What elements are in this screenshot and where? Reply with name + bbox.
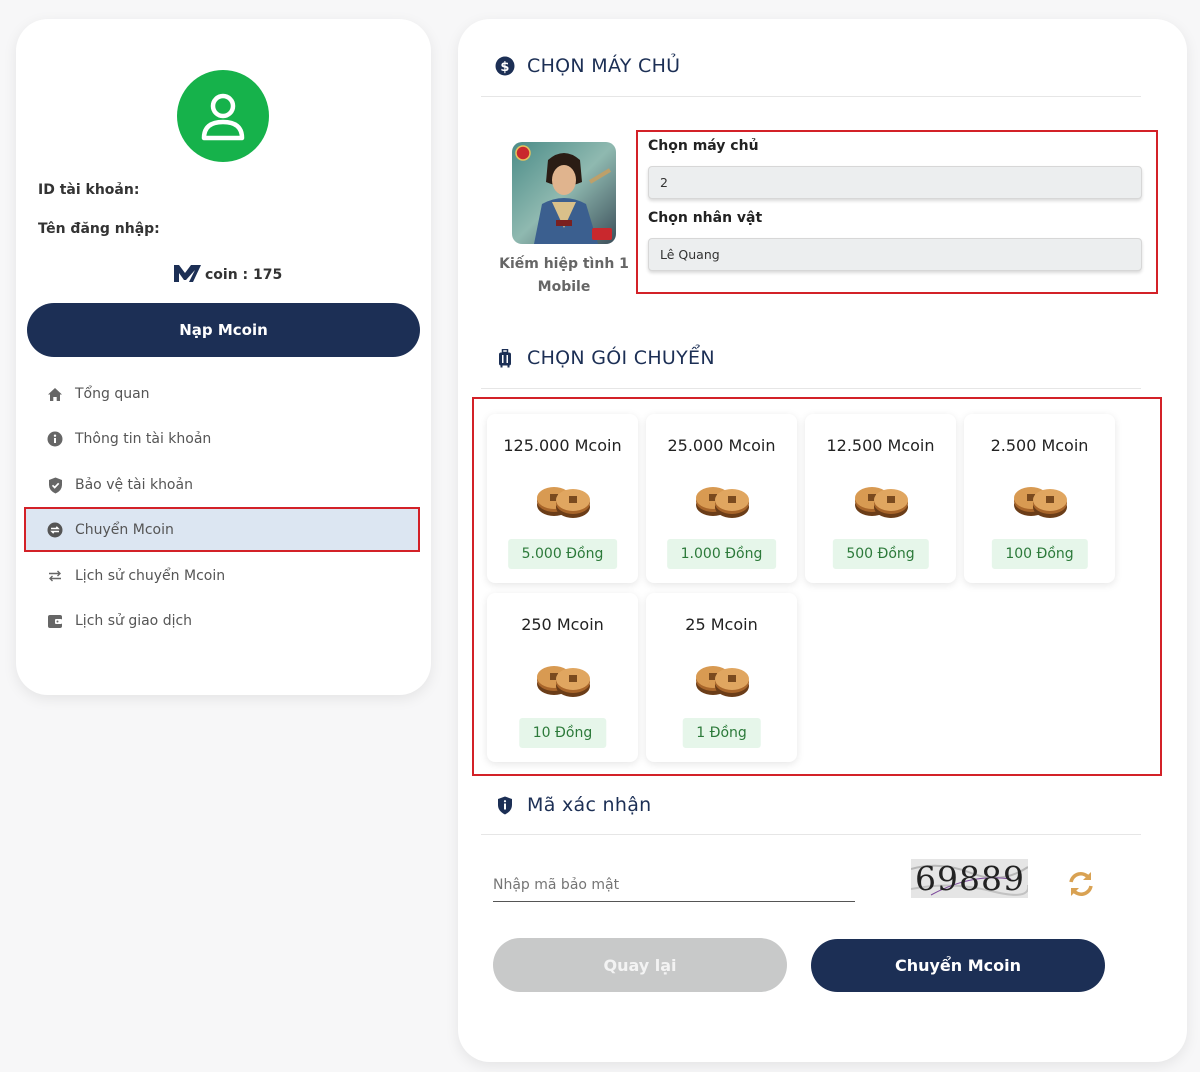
package-card[interactable]: 2.500 Mcoin 100 Đồng [964,414,1115,583]
menu-item-overview[interactable]: Tổng quan [46,382,150,406]
shield-check-icon [46,476,64,494]
avatar [177,70,269,162]
package-card[interactable]: 250 Mcoin 10 Đồng [487,593,638,762]
menu-label: Bảo vệ tài khoản [75,477,193,493]
divider [481,834,1141,835]
menu-label: Tổng quan [75,386,150,402]
package-mcoin: 12.500 Mcoin [826,436,935,455]
package-mcoin: 125.000 Mcoin [503,436,622,455]
package-price: 1.000 Đồng [666,539,777,569]
package-price: 5.000 Đồng [507,539,618,569]
mcoin-balance-text: coin : 175 [205,267,283,283]
mcoin-balance: coin : 175 [173,263,282,283]
back-button[interactable]: Quay lại [493,938,787,992]
coin-stack-icon [696,487,749,518]
server-select-label: Chọn máy chủ [648,138,759,154]
transfer-circle-icon [46,521,64,539]
package-card[interactable]: 12.500 Mcoin 500 Đồng [805,414,956,583]
package-card[interactable]: 25 Mcoin 1 Đồng [646,593,797,762]
package-price: 500 Đồng [832,539,929,569]
swap-arrows-icon [46,567,64,585]
refresh-captcha-icon[interactable] [1066,871,1096,901]
package-mcoin: 2.500 Mcoin [990,436,1089,455]
package-mcoin: 25.000 Mcoin [667,436,776,455]
menu-item-account-info[interactable]: Thông tin tài khoản [46,427,211,451]
coin-stack-icon [537,487,590,518]
coin-stack-icon [855,487,908,518]
mcoin-logo-icon [174,265,201,282]
menu-label: Lịch sử giao dịch [75,613,193,629]
username-label: Tên đăng nhập: [38,221,160,237]
user-icon [201,93,245,141]
package-price: 10 Đồng [518,718,607,748]
character-select-label: Chọn nhân vật [648,210,763,226]
server-section-title: $ CHỌN MÁY CHỦ [495,55,680,77]
server-select[interactable]: 2 [648,166,1142,199]
divider [481,96,1141,97]
dollar-circle-icon: $ [495,56,515,76]
captcha-code: 69889 [915,859,1025,898]
server-selection-box: Chọn máy chủ 2 Chọn nhân vật Lê Quang [636,130,1158,294]
shield-info-icon [495,795,515,815]
package-mcoin: 250 Mcoin [521,615,604,634]
package-price: 1 Đồng [682,718,761,748]
info-icon [46,430,64,448]
suitcase-icon [495,348,515,368]
menu-item-transfer-mcoin[interactable]: Chuyển Mcoin [46,518,174,542]
account-sidebar: ID tài khoản: Tên đăng nhập: coin : 175 … [16,19,431,695]
wallet-icon [46,612,64,630]
package-price: 100 Đồng [991,539,1088,569]
topup-mcoin-button[interactable]: Nạp Mcoin [27,303,420,357]
menu-label: Lịch sử chuyển Mcoin [75,568,226,584]
package-selection-box: 125.000 Mcoin 5.000 Đồng 25.000 Mcoin 1.… [472,397,1162,776]
captcha-input[interactable] [493,868,855,902]
home-icon [46,385,64,403]
package-card[interactable]: 125.000 Mcoin 5.000 Đồng [487,414,638,583]
account-id-label: ID tài khoản: [38,182,140,198]
menu-item-account-protection[interactable]: Bảo vệ tài khoản [46,473,193,497]
menu-item-transfer-history[interactable]: Lịch sử chuyển Mcoin [46,564,225,588]
captcha-section-title: Mã xác nhận [495,794,652,816]
svg-text:$: $ [500,60,509,75]
section-title-text: Mã xác nhận [527,794,652,816]
coin-stack-icon [696,666,749,697]
coin-stack-icon [1014,487,1067,518]
transfer-mcoin-button[interactable]: Chuyển Mcoin [811,939,1105,992]
package-mcoin: 25 Mcoin [685,615,758,634]
section-title-text: CHỌN GÓI CHUYỂN [527,347,715,369]
package-section-title: CHỌN GÓI CHUYỂN [495,347,715,369]
transfer-panel: $ CHỌN MÁY CHỦ Kiếm hiệp tình 1 Mobile C… [458,19,1187,1062]
menu-item-transaction-history[interactable]: Lịch sử giao dịch [46,609,192,633]
section-title-text: CHỌN MÁY CHỦ [527,55,681,77]
menu-label: Thông tin tài khoản [75,431,212,447]
game-thumbnail [512,142,616,244]
package-card[interactable]: 25.000 Mcoin 1.000 Đồng [646,414,797,583]
game-name: Kiếm hiệp tình 1 Mobile [499,256,629,295]
character-select[interactable]: Lê Quang [648,238,1142,271]
divider [481,388,1141,389]
menu-label: Chuyển Mcoin [75,522,174,538]
captcha-image: 69889 [911,859,1028,898]
coin-stack-icon [537,666,590,697]
